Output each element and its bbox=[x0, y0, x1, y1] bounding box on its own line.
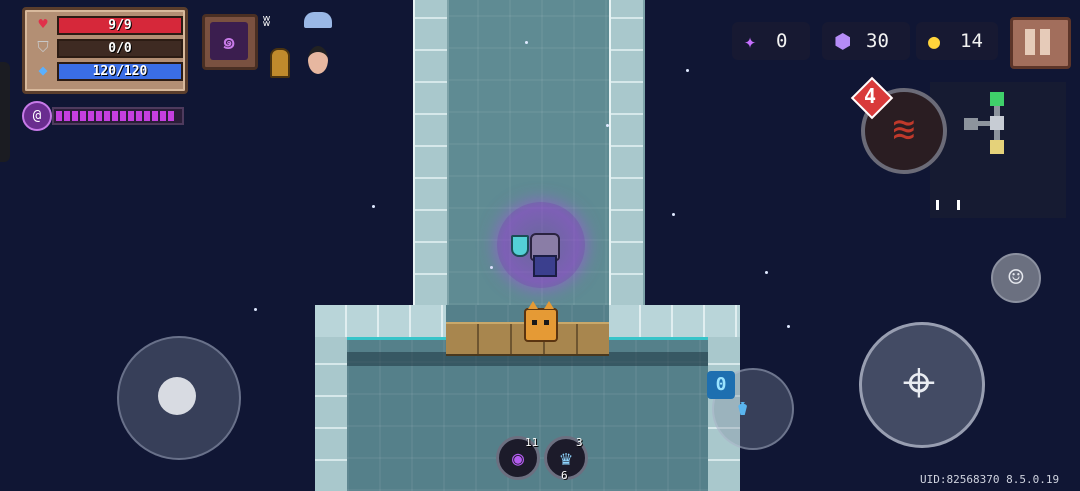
snowflake bbox=[686, 69, 689, 72]
gem-value: 30 bbox=[866, 30, 889, 52]
heart-icon: ♥ bbox=[38, 15, 48, 33]
buff-bar: @ bbox=[22, 101, 184, 131]
item-count-bottom: 6 bbox=[561, 469, 568, 482]
buff-segment bbox=[160, 111, 166, 121]
buff-segment bbox=[128, 111, 134, 121]
room-wall-top-right bbox=[609, 305, 740, 340]
curse-swirl-icon: @ bbox=[22, 101, 52, 131]
snowflake bbox=[765, 271, 768, 274]
pause-icon bbox=[1025, 29, 1035, 55]
buff-segment bbox=[56, 111, 62, 121]
hp-value: 9/9 bbox=[108, 18, 132, 33]
watering-can-icon: ⚱ bbox=[736, 396, 750, 421]
crosshair-icon: ⌖ bbox=[902, 348, 936, 416]
hero-shield bbox=[511, 235, 529, 257]
corridor-wall-left bbox=[413, 0, 449, 305]
energy-cost-value: 4 bbox=[863, 84, 877, 108]
minimap-corridor bbox=[994, 106, 1000, 116]
portal-icon bbox=[936, 200, 960, 210]
pause-button[interactable] bbox=[1010, 17, 1071, 69]
side-drawer-tab[interactable] bbox=[0, 62, 10, 162]
snowflake bbox=[490, 266, 493, 269]
buff-segment bbox=[80, 111, 86, 121]
helmet-icon bbox=[270, 48, 290, 78]
energy-bar: 120/120 bbox=[57, 62, 183, 81]
buff-segment bbox=[144, 111, 150, 121]
buff-segment bbox=[112, 111, 118, 121]
minimap-room-start bbox=[990, 92, 1004, 106]
swirl-skill-icon: ๑ bbox=[210, 22, 248, 60]
minimap-corridor bbox=[994, 130, 1000, 140]
pause-icon bbox=[1040, 29, 1050, 55]
item-count: 11 bbox=[525, 436, 539, 449]
minimap-room-side bbox=[964, 118, 978, 130]
joystick-knob[interactable] bbox=[158, 377, 196, 415]
gem-icon: ⬢ bbox=[834, 29, 852, 53]
buff-segment bbox=[152, 111, 158, 121]
crystal-counter: ✦ 0 bbox=[732, 22, 810, 60]
buff-segment bbox=[136, 111, 142, 121]
snowflake bbox=[672, 213, 675, 216]
crystal-icon: ✦ bbox=[744, 29, 757, 53]
minimap[interactable] bbox=[930, 82, 1066, 218]
claw-icon: ≋ bbox=[892, 107, 916, 151]
snowflake bbox=[525, 41, 528, 44]
buff-segment bbox=[88, 111, 94, 121]
snowflake bbox=[606, 124, 609, 127]
coin-value: 14 bbox=[960, 30, 983, 52]
item-count-top: 3 bbox=[576, 436, 583, 449]
room-wall-left bbox=[315, 337, 347, 491]
buff-segment bbox=[72, 111, 78, 121]
crystal-value: 0 bbox=[776, 30, 788, 52]
energy-row: ◆ 120/120 bbox=[33, 61, 183, 81]
room-wall-top-left bbox=[315, 305, 446, 340]
buff-track bbox=[52, 107, 184, 125]
armor-bar: 0/0 bbox=[57, 39, 183, 58]
minimap-room-current bbox=[990, 116, 1004, 130]
corridor-wall-right bbox=[609, 0, 645, 305]
cat-eye bbox=[532, 320, 537, 325]
buff-segment bbox=[120, 111, 126, 121]
shield-icon: ⛉ bbox=[37, 38, 49, 56]
hp-bar: 9/9 bbox=[57, 16, 183, 35]
buff-segment bbox=[104, 111, 110, 121]
swap-ammo-count: 0 bbox=[707, 371, 735, 399]
buff-segment bbox=[168, 111, 174, 121]
snowflake bbox=[787, 325, 790, 328]
emote-button[interactable]: ☺ bbox=[991, 253, 1041, 303]
face-icon bbox=[308, 46, 328, 74]
pet-cat bbox=[524, 301, 558, 342]
uid-label: UID:82568370 8.5.0.19 bbox=[920, 473, 1060, 486]
energy-value: 120/120 bbox=[92, 64, 148, 79]
snowflake bbox=[372, 205, 375, 208]
buff-segment bbox=[64, 111, 70, 121]
cat-ear bbox=[544, 301, 554, 309]
hp-row: ♥ 9/9 bbox=[33, 15, 183, 35]
wifi-icon: ʬ bbox=[262, 12, 272, 30]
minimap-room-chest bbox=[990, 140, 1004, 154]
armor-value: 0/0 bbox=[108, 41, 132, 56]
minimap-corridor bbox=[978, 121, 990, 126]
coin-icon: ● bbox=[928, 29, 941, 53]
armor-row: ⛉ 0/0 bbox=[33, 38, 183, 58]
snail-icon bbox=[304, 12, 332, 28]
ice-crown-icon: ♛ bbox=[559, 446, 573, 470]
cat-ear bbox=[528, 301, 538, 309]
cat-eye bbox=[544, 320, 549, 325]
hero-body bbox=[533, 255, 557, 277]
stats-panel: ♥ 9/9 ⛉ 0/0 ◆ 120/120 bbox=[22, 7, 188, 94]
skill-slot[interactable]: ๑ bbox=[202, 14, 258, 70]
gem-counter: ⬢ 30 bbox=[822, 22, 910, 60]
snowflake bbox=[254, 308, 257, 311]
dark-orb-icon: ◉ bbox=[511, 446, 525, 470]
coin-counter: ● 14 bbox=[916, 22, 998, 60]
diamond-icon: ◆ bbox=[38, 61, 48, 79]
buff-segment bbox=[96, 111, 102, 121]
